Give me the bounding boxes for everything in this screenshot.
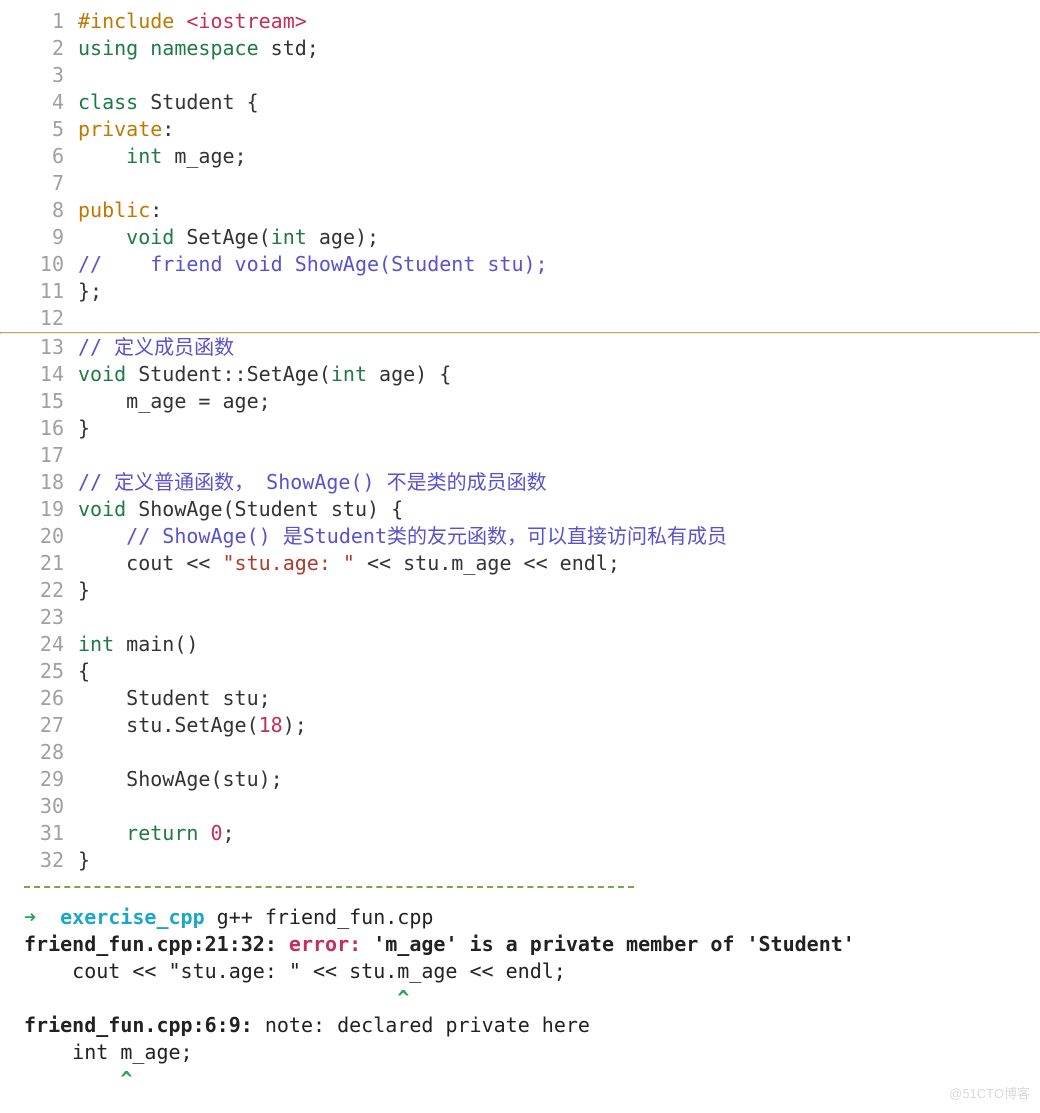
- terminal-line: friend_fun.cpp:21:32: error: 'm_age' is …: [0, 931, 1040, 958]
- line-number: 8: [24, 197, 64, 224]
- code-line: 20 // ShowAge() 是Student类的友元函数，可以直接访问私有成…: [0, 523, 1040, 550]
- code-line: 2using namespace std;: [0, 35, 1040, 62]
- line-number: 20: [24, 523, 64, 550]
- code-line: 26 Student stu;: [0, 685, 1040, 712]
- line-number: 17: [24, 442, 64, 469]
- code-line: 6 int m_age;: [0, 143, 1040, 170]
- line-number: 24: [24, 631, 64, 658]
- code-line: 11};: [0, 278, 1040, 305]
- code-line: 15 m_age = age;: [0, 388, 1040, 415]
- code-line: 17: [0, 442, 1040, 469]
- line-number: 5: [24, 116, 64, 143]
- code-line: 10// friend void ShowAge(Student stu);: [0, 251, 1040, 278]
- code-line: 27 stu.SetAge(18);: [0, 712, 1040, 739]
- code-line: 21 cout << "stu.age: " << stu.m_age << e…: [0, 550, 1040, 577]
- line-number: 13: [24, 334, 64, 361]
- line-number: 16: [24, 415, 64, 442]
- line-number: 19: [24, 496, 64, 523]
- line-number: 29: [24, 766, 64, 793]
- line-number: 23: [24, 604, 64, 631]
- line-number: 25: [24, 658, 64, 685]
- code-line: 7: [0, 170, 1040, 197]
- terminal-line: int m_age;: [0, 1039, 1040, 1066]
- prompt-dir: exercise_cpp: [60, 905, 205, 929]
- terminal-line: ^: [0, 985, 1040, 1012]
- code-line: 32}: [0, 847, 1040, 874]
- line-number: 21: [24, 550, 64, 577]
- line-number: 6: [24, 143, 64, 170]
- code-line: 28: [0, 739, 1040, 766]
- line-number: 11: [24, 278, 64, 305]
- line-number: 15: [24, 388, 64, 415]
- caret-marker: ^: [24, 1067, 132, 1091]
- line-number: 12: [24, 305, 64, 332]
- code-line: 29 ShowAge(stu);: [0, 766, 1040, 793]
- line-number: 28: [24, 739, 64, 766]
- line-number: 26: [24, 685, 64, 712]
- line-number: 1: [24, 8, 64, 35]
- line-number: 14: [24, 361, 64, 388]
- terminal-line: ➜ exercise_cpp g++ friend_fun.cpp: [0, 904, 1040, 931]
- line-number: 7: [24, 170, 64, 197]
- error-label: error:: [289, 932, 361, 956]
- code-line: 13// 定义成员函数: [0, 334, 1040, 361]
- terminal-line: cout << "stu.age: " << stu.m_age << endl…: [0, 958, 1040, 985]
- code-block: 1#include <iostream> 2using namespace st…: [0, 0, 1040, 878]
- code-line: 12: [0, 305, 1040, 332]
- command: g++ friend_fun.cpp: [205, 905, 434, 929]
- line-number: 9: [24, 224, 64, 251]
- caret-marker: ^: [24, 986, 409, 1010]
- code-line: 1#include <iostream>: [0, 8, 1040, 35]
- terminal-line: friend_fun.cpp:6:9: note: declared priva…: [0, 1012, 1040, 1039]
- line-number: 4: [24, 89, 64, 116]
- code-line: 8public:: [0, 197, 1040, 224]
- code-line: 25{: [0, 658, 1040, 685]
- dashed-separator: [24, 886, 634, 888]
- code-line: 3: [0, 62, 1040, 89]
- code-line: 4class Student {: [0, 89, 1040, 116]
- code-line: 24int main(): [0, 631, 1040, 658]
- code-line: 31 return 0;: [0, 820, 1040, 847]
- line-number: 30: [24, 793, 64, 820]
- line-number: 27: [24, 712, 64, 739]
- code-line: 14void Student::SetAge(int age) {: [0, 361, 1040, 388]
- terminal-line: ^: [0, 1066, 1040, 1093]
- prompt-arrow-icon: ➜: [24, 905, 60, 929]
- code-line: 22}: [0, 577, 1040, 604]
- code-line: 19void ShowAge(Student stu) {: [0, 496, 1040, 523]
- terminal-block: ➜ exercise_cpp g++ friend_fun.cpp friend…: [0, 896, 1040, 1103]
- line-number: 3: [24, 62, 64, 89]
- line-number: 32: [24, 847, 64, 874]
- code-line: 30: [0, 793, 1040, 820]
- code-line: 23: [0, 604, 1040, 631]
- line-number: 31: [24, 820, 64, 847]
- line-number: 18: [24, 469, 64, 496]
- code-line: 18// 定义普通函数， ShowAge() 不是类的成员函数: [0, 469, 1040, 496]
- code-line: 9 void SetAge(int age);: [0, 224, 1040, 251]
- line-number: 22: [24, 577, 64, 604]
- line-number: 2: [24, 35, 64, 62]
- code-line: 16}: [0, 415, 1040, 442]
- line-number: 10: [24, 251, 64, 278]
- code-line: 5private:: [0, 116, 1040, 143]
- watermark-text: @51CTO博客: [949, 1080, 1030, 1107]
